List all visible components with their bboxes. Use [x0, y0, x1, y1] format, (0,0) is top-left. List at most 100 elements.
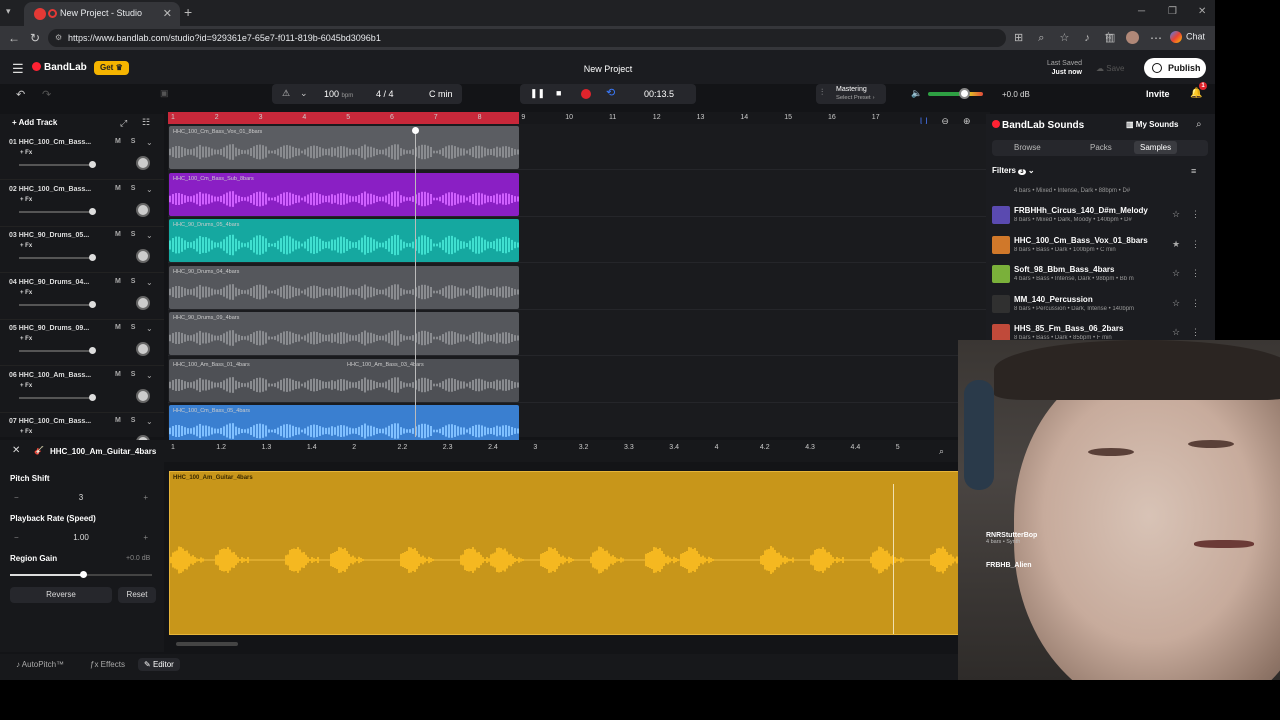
track-name[interactable]: 05 HHC_90_Drums_09... — [9, 325, 89, 332]
bandlab-logo[interactable]: BandLab — [32, 62, 87, 73]
metronome-icon[interactable]: ⚠ — [282, 88, 290, 99]
chevron-down-icon[interactable]: ⌄ — [146, 417, 153, 426]
pan-knob[interactable] — [136, 295, 150, 310]
track-volume-slider[interactable] — [19, 347, 96, 354]
reset-button[interactable]: Reset — [118, 587, 156, 603]
close-window-icon[interactable]: ✕ — [1198, 6, 1206, 17]
time-signature-field[interactable]: 4 / 4 — [376, 89, 394, 99]
more-options-icon[interactable]: ⋮ — [1191, 298, 1200, 309]
track-name[interactable]: 04 HHC_90_Drums_04... — [9, 279, 89, 286]
track-header[interactable]: 03 HHC_90_Drums_05... + Fx M S ⌄ — [0, 227, 164, 273]
more-options-icon[interactable]: ⋮ — [1191, 209, 1200, 220]
volume-handle[interactable] — [89, 300, 96, 308]
editor-zoom-icon[interactable]: ⌕ — [939, 446, 944, 457]
pan-knob[interactable] — [136, 388, 150, 403]
track-settings-icon[interactable]: ☷ — [142, 117, 150, 128]
reverse-button[interactable]: Reverse — [10, 587, 112, 603]
more-options-icon[interactable]: ⋮ — [1191, 239, 1200, 250]
tab-packs[interactable]: Packs — [1090, 143, 1112, 152]
audio-clip[interactable]: HHC_90_Drums_05_4bars — [169, 219, 519, 262]
volume-handle[interactable] — [89, 161, 96, 168]
sample-item[interactable]: Soft_98_Bbm_Bass_4bars 4 bars • Bass • I… — [992, 261, 1208, 291]
track-name[interactable]: 01 HHC_100_Cm_Bass... — [9, 139, 91, 146]
star-icon[interactable]: ☆ — [1172, 209, 1180, 220]
mixer-icon[interactable]: ▣ — [160, 88, 169, 99]
star-icon[interactable]: ☆ — [1172, 298, 1180, 309]
key-field[interactable]: C min — [429, 89, 453, 99]
chevron-down-icon[interactable]: ⌄ — [146, 278, 153, 287]
increase-icon[interactable]: + — [143, 533, 148, 542]
mute-solo-buttons[interactable]: M S — [115, 138, 139, 145]
pan-knob[interactable] — [136, 156, 150, 170]
track-header[interactable]: 04 HHC_90_Drums_04... + Fx M S ⌄ — [0, 274, 164, 320]
increase-icon[interactable]: + — [143, 493, 148, 502]
mute-solo-buttons[interactable]: M S — [115, 231, 139, 238]
track-lane[interactable]: HHC_100_Cm_Bass_Vox_01_8bars — [168, 124, 990, 170]
add-track-button[interactable]: + Add Track — [12, 118, 57, 127]
playback-rate-stepper[interactable]: 1.00 − + — [10, 533, 152, 545]
sample-item[interactable]: HHC_100_Cm_Bass_Vox_01_8bars 8 bars • Ba… — [992, 232, 1208, 262]
playhead-handle[interactable] — [412, 127, 419, 134]
add-fx-button[interactable]: + Fx — [20, 150, 32, 156]
menu-icon[interactable]: ☰ — [12, 61, 24, 77]
track-header[interactable]: 01 HHC_100_Cm_Bass... + Fx M S ⌄ — [0, 134, 164, 180]
audio-clip[interactable]: HHC_90_Drums_09_4bars — [169, 312, 519, 355]
chevron-down-icon[interactable]: ⌄ — [146, 324, 153, 333]
sample-item-partial[interactable]: FRBHB_Alien — [986, 562, 1032, 569]
autopitch-button[interactable]: ♪ AutoPitch™ — [16, 660, 64, 669]
chat-button[interactable]: Chat — [1170, 31, 1205, 43]
effects-button[interactable]: ƒx Effects — [90, 660, 125, 669]
volume-handle[interactable] — [89, 347, 96, 354]
sample-item[interactable]: MM_140_Percussion 8 bars • Percussion • … — [992, 291, 1208, 321]
add-fx-button[interactable]: + Fx — [20, 383, 32, 389]
track-volume-slider[interactable] — [19, 393, 96, 401]
reload-icon[interactable]: ↻ — [30, 31, 40, 45]
chevron-down-icon[interactable]: ⌄ — [146, 231, 153, 240]
audio-clip[interactable]: HHC_100_Cm_Bass_Vox_01_8bars — [169, 126, 519, 169]
track-header[interactable]: 05 HHC_90_Drums_09... + Fx M S ⌄ — [0, 320, 164, 366]
track-volume-slider[interactable] — [19, 161, 96, 168]
region-gain-slider[interactable] — [10, 571, 152, 578]
add-fx-button[interactable]: + Fx — [20, 243, 32, 249]
tempo-field[interactable]: 100 bpm — [324, 89, 353, 99]
loop-region[interactable] — [168, 112, 519, 124]
back-icon[interactable]: ← — [8, 31, 20, 45]
volume-handle[interactable] — [89, 254, 96, 261]
minimize-icon[interactable]: ─ — [1138, 6, 1145, 17]
mute-solo-buttons[interactable]: M S — [115, 417, 139, 424]
stop-icon[interactable]: ■ — [556, 88, 561, 98]
editor-waveform-clip[interactable]: HHC_100_Am_Guitar_4bars — [169, 471, 990, 635]
favorites-icon[interactable]: ☆ — [1104, 31, 1113, 42]
publish-button[interactable]: Publish — [1144, 58, 1206, 78]
new-tab-icon[interactable]: + — [184, 4, 192, 20]
tab-samples[interactable]: Samples — [1134, 141, 1178, 154]
master-volume-slider[interactable] — [959, 88, 970, 99]
sample-item[interactable]: FRBHHh_Circus_140_D#m_Melody 8 bars • Mi… — [992, 202, 1208, 232]
track-name[interactable]: 03 HHC_90_Drums_05... — [9, 232, 89, 239]
save-button[interactable]: ☁ Save — [1096, 64, 1124, 73]
more-options-icon[interactable]: ⋮ — [1191, 268, 1200, 279]
sort-icon[interactable]: ≡ — [1191, 166, 1196, 176]
mastering-button[interactable]: ⫶ Mastering Select Preset › — [816, 84, 886, 104]
mute-solo-buttons[interactable]: M S — [115, 371, 139, 378]
star-icon[interactable]: ☆ — [1172, 268, 1180, 279]
close-tab-icon[interactable]: ✕ — [163, 7, 172, 20]
pan-knob[interactable] — [136, 342, 150, 356]
speaker-icon[interactable]: 🔈 — [911, 88, 922, 99]
horizontal-scrollbar[interactable] — [176, 642, 238, 646]
filters-button[interactable]: Filters 3 ⌄ — [992, 166, 1035, 175]
automation-icon[interactable]: ⤢ — [120, 118, 127, 129]
add-fx-button[interactable]: + Fx — [20, 429, 32, 435]
audio-clip[interactable]: HHC_100_Cm_Bass_Sub_8bars — [169, 172, 519, 216]
get-membership-button[interactable]: Get ♛ — [94, 61, 129, 75]
profile-avatar[interactable] — [1126, 31, 1139, 44]
track-header[interactable]: 02 HHC_100_Cm_Bass... + Fx M S ⌄ — [0, 181, 164, 227]
playhead[interactable] — [415, 130, 416, 437]
mute-solo-buttons[interactable]: M S — [115, 185, 139, 192]
volume-handle[interactable] — [89, 393, 96, 401]
restore-icon[interactable]: ❐ — [1168, 6, 1177, 17]
decrease-icon[interactable]: − — [14, 493, 19, 502]
project-title[interactable]: New Project — [540, 64, 676, 74]
star-icon[interactable]: ★ — [1172, 239, 1180, 250]
track-lane[interactable]: HHC_90_Drums_04_4bars — [168, 264, 990, 310]
